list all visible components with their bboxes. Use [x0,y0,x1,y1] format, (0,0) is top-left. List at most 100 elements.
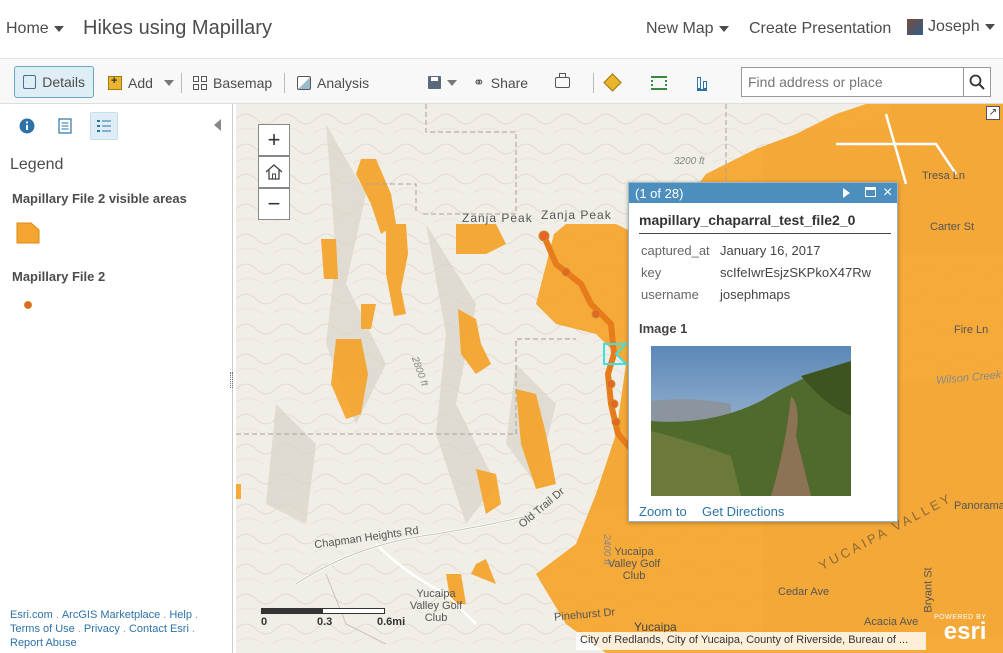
attribute-row: captured_at January 16, 2017 [641,243,820,258]
save-button[interactable] [428,68,457,97]
search-input[interactable] [742,68,963,96]
footer-link[interactable]: Report Abuse [10,637,77,649]
image-label: Image 1 [639,321,688,336]
map-label: Acacia Ave [864,616,919,628]
map-attribution[interactable]: City of Redlands, City of Yucaipa, Count… [576,632,926,650]
legend-icon [97,120,111,132]
save-icon [428,76,441,89]
bookmarks-icon [697,75,707,91]
tab-about[interactable] [13,112,41,140]
new-map-menu[interactable]: New Map [646,20,729,38]
map-label: Zanja Peak [541,208,612,222]
footer-link[interactable]: Privacy [84,623,120,635]
top-bar: Home Hikes using Mapillary New Map Creat… [0,0,1003,58]
divider [284,73,285,93]
add-button[interactable]: + Add [108,68,174,97]
chevron-down-icon [447,79,457,86]
bookmarks-button[interactable] [697,68,707,97]
create-presentation-link[interactable]: Create Presentation [749,20,891,38]
directions-icon [603,73,622,92]
details-button[interactable]: Details [14,66,94,98]
add-icon: + [108,75,122,90]
divider [593,73,594,93]
home-extent-button[interactable] [258,156,290,188]
attribute-key: captured_at [641,243,710,258]
popup-header: (1 of 28) × [629,183,897,203]
point-symbol-icon [24,301,32,309]
map-label: Tresa Ln [922,170,966,182]
attribute-key: username [641,287,699,302]
share-button[interactable]: ⚭ Share [473,68,528,97]
collapse-sidebar-icon[interactable] [214,119,221,131]
print-button[interactable] [555,68,570,97]
minus-icon: − [267,191,281,216]
basemap-label: Basemap [213,74,273,91]
map-label: Fire Ln [954,324,989,336]
user-menu[interactable]: Joseph [907,18,995,36]
link-icon: ⚭ [473,74,485,90]
measure-button[interactable] [651,68,667,97]
tab-content[interactable] [51,112,79,140]
resize-handle[interactable] [230,372,233,388]
chevron-down-icon [718,25,729,32]
info-icon [19,118,35,134]
footer-link[interactable]: ArcGIS Marketplace [62,609,160,621]
search-button[interactable] [963,68,990,96]
esri-logo-text: esri [943,618,987,645]
home-label: Home [6,20,49,37]
scale-label: 0.6mi [377,616,406,628]
footer-link[interactable]: Contact Esri [129,623,189,635]
fullscreen-icon[interactable]: ↗ [986,106,1000,120]
attribute-value: January 16, 2017 [720,243,821,258]
layer-title: Mapillary File 2 visible areas [12,191,187,206]
basemap-button[interactable]: Basemap [193,68,272,97]
map-label: 3200 ft [674,156,705,167]
map-label: Panorama [954,500,1003,512]
street-photo[interactable] [651,346,851,496]
map-label: Yucaipa Valley Golf Club [409,588,463,624]
popup-counter: (1 of 28) [635,185,684,201]
search-icon [969,74,985,90]
tab-legend[interactable] [90,112,118,140]
chevron-down-icon [984,24,995,30]
feature-popup: (1 of 28) × mapillary_chaparral_test_fil… [628,182,898,522]
toolbar: Details + Add Basemap Analysis ⚭ Share [0,58,1003,104]
next-feature-icon[interactable] [843,188,850,198]
legend-title: Legend [10,156,64,173]
footer-link[interactable]: Esri.com [10,609,53,621]
basemap-icon [193,75,207,90]
esri-logo: POWERED BY esri [934,614,987,645]
map-label: Carter St [930,221,975,233]
home-menu[interactable]: Home [6,20,64,38]
footer-link[interactable]: Terms of Use [10,623,75,635]
chevron-down-icon [163,79,174,86]
zoom-to-link[interactable]: Zoom to [639,504,687,519]
footer-link[interactable]: Help [169,609,192,621]
polygon-symbol-icon [16,222,40,244]
add-label: Add [128,74,153,91]
divider [639,233,891,234]
directions-button[interactable] [603,68,622,97]
zoom-out-button[interactable]: − [258,188,290,220]
sidebar-footer: Esri.com. ArcGIS Marketplace. Help. Terms … [10,609,199,649]
close-icon[interactable]: × [883,183,892,203]
analysis-label: Analysis [317,74,370,91]
analysis-button[interactable]: Analysis [297,68,369,97]
search-box [741,67,991,97]
layer-title: Mapillary File 2 [12,269,106,284]
analysis-icon [297,75,311,90]
scale-label: 0.3 [317,616,333,628]
avatar [907,19,923,35]
attribute-value: josephmaps [720,287,791,302]
maximize-icon[interactable] [865,187,876,197]
details-icon [23,75,37,89]
divider [181,73,182,93]
sidebar: Legend Mapillary File 2 visible areas Ma… [0,104,233,653]
map-label: Cedar Ave [778,586,830,598]
details-label: Details [42,74,85,90]
user-name: Joseph [928,18,980,35]
attribute-row: key scIfeIwrEsjzSKPkoX47Rw [641,265,871,280]
share-label: Share [490,74,529,91]
zoom-in-button[interactable]: + [258,124,290,156]
get-directions-link[interactable]: Get Directions [702,504,784,519]
